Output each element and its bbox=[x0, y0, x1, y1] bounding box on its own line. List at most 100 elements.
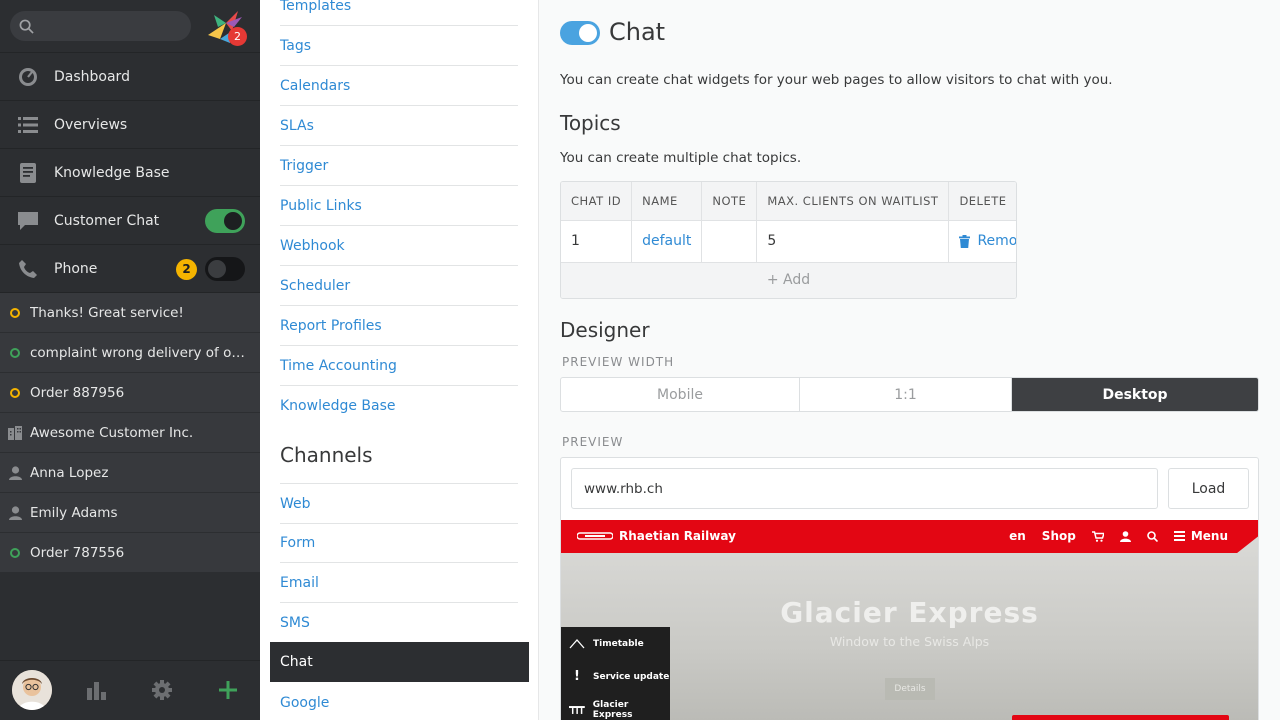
add-topic-button[interactable]: + Add bbox=[561, 262, 1016, 298]
alert-icon: ! bbox=[574, 669, 580, 684]
settings-item-chat[interactable]: Chat bbox=[270, 642, 529, 682]
search-input[interactable] bbox=[10, 11, 191, 41]
settings-item-sms[interactable]: SMS bbox=[280, 603, 518, 643]
trash-icon bbox=[959, 234, 971, 248]
site-nav-language: en bbox=[1009, 529, 1026, 543]
task-item[interactable]: Order 887956 bbox=[0, 373, 260, 413]
search-icon bbox=[19, 19, 34, 34]
load-button[interactable]: Load bbox=[1168, 468, 1249, 509]
cart-icon bbox=[1091, 530, 1104, 542]
preview-url-input[interactable] bbox=[571, 468, 1158, 509]
task-item[interactable]: Thanks! Great service! bbox=[0, 293, 260, 333]
table-header-row: CHAT ID NAME NOTE MAX. CLIENTS ON WAITLI… bbox=[561, 182, 1016, 221]
settings-item-webhook[interactable]: Webhook bbox=[280, 226, 518, 266]
settings-item-form[interactable]: Form bbox=[280, 523, 518, 563]
site-headline: Glacier Express bbox=[780, 596, 1039, 629]
settings-item-google[interactable]: Google bbox=[280, 683, 518, 720]
settings-item-knowledge-base[interactable]: Knowledge Base bbox=[280, 386, 518, 426]
width-option-1-1[interactable]: 1:1 bbox=[800, 378, 1012, 411]
settings-item-trigger[interactable]: Trigger bbox=[280, 146, 518, 186]
settings-item-scheduler[interactable]: Scheduler bbox=[280, 266, 518, 306]
task-item[interactable]: Anna Lopez bbox=[0, 453, 260, 493]
settings-item-calendars[interactable]: Calendars bbox=[280, 66, 518, 106]
topics-description: You can create multiple chat topics. bbox=[560, 150, 802, 166]
task-label: Anna Lopez bbox=[30, 464, 109, 481]
task-item[interactable]: Order 787556 bbox=[0, 533, 260, 573]
site-nav: en Shop Menu bbox=[1009, 529, 1228, 543]
chat-enabled-toggle[interactable] bbox=[560, 21, 600, 45]
column-header: CHAT ID bbox=[561, 182, 633, 221]
nav-item-dashboard[interactable]: Dashboard bbox=[0, 53, 260, 101]
note-cell bbox=[701, 220, 758, 263]
task-label: Emily Adams bbox=[30, 504, 118, 521]
phone-icon bbox=[0, 259, 54, 279]
site-logo: Rhaetian Railway bbox=[577, 529, 736, 543]
nav-item-label: Phone bbox=[54, 260, 98, 277]
overviews-icon bbox=[0, 116, 54, 134]
notification-badge[interactable]: 2 bbox=[228, 27, 247, 46]
settings-item-report-profiles[interactable]: Report Profiles bbox=[280, 306, 518, 346]
settings-sidebar: Templates Tags Calendars SLAs Trigger Pu… bbox=[260, 0, 539, 720]
topics-heading: Topics bbox=[560, 111, 621, 135]
nav-item-customer-chat[interactable]: Customer Chat bbox=[0, 197, 260, 245]
width-option-desktop[interactable]: Desktop bbox=[1012, 378, 1258, 411]
phone-toggle[interactable] bbox=[205, 257, 245, 281]
avatar[interactable] bbox=[12, 670, 52, 710]
site-side-label: Timetable bbox=[593, 638, 644, 649]
name-cell: default bbox=[631, 220, 703, 263]
add-label: Add bbox=[783, 271, 811, 288]
toggle-knob bbox=[579, 24, 597, 42]
site-side-label: Glacier Express bbox=[592, 699, 633, 720]
page-title: Chat bbox=[609, 18, 666, 46]
settings-item-time-accounting[interactable]: Time Accounting bbox=[280, 346, 518, 386]
site-header-bar: Rhaetian Railway en Shop Menu bbox=[561, 520, 1258, 553]
remove-label: Remove bbox=[977, 233, 1017, 249]
nav-item-phone[interactable]: Phone 2 bbox=[0, 245, 260, 293]
table-row: 1 default 5 Remove bbox=[561, 220, 1017, 263]
site-nav-shop: Shop bbox=[1041, 529, 1076, 543]
topics-table: CHAT ID NAME NOTE MAX. CLIENTS ON WAITLI… bbox=[560, 181, 1017, 299]
remove-button[interactable]: Remove bbox=[959, 233, 1017, 249]
task-item[interactable]: Awesome Customer Inc. bbox=[0, 413, 260, 453]
site-side-label: Service update bbox=[593, 671, 670, 682]
designer-heading: Designer bbox=[560, 318, 650, 342]
task-label: Order 887956 bbox=[30, 384, 125, 401]
nav-item-label: Customer Chat bbox=[54, 212, 160, 229]
ticket-open-icon bbox=[10, 307, 20, 318]
column-header: DELETE bbox=[948, 182, 1016, 221]
task-item[interactable]: complaint wrong delivery of order 22 bbox=[0, 333, 260, 373]
chat-id-cell: 1 bbox=[561, 220, 633, 263]
width-option-mobile[interactable]: Mobile bbox=[561, 378, 800, 411]
nav-item-overviews[interactable]: Overviews bbox=[0, 101, 260, 149]
settings-item-web[interactable]: Web bbox=[280, 483, 518, 524]
ticket-new-icon bbox=[10, 547, 20, 558]
task-item[interactable]: Emily Adams bbox=[0, 493, 260, 533]
plus-icon[interactable] bbox=[218, 680, 238, 700]
page-description: You can create chat widgets for your web… bbox=[560, 72, 1113, 88]
user-icon bbox=[8, 465, 22, 480]
nav-item-knowledge-base[interactable]: Knowledge Base bbox=[0, 149, 260, 197]
toggle-knob bbox=[224, 212, 242, 230]
site-nav-menu: Menu bbox=[1173, 529, 1228, 543]
nav-item-label: Overviews bbox=[54, 116, 128, 133]
settings-item-templates[interactable]: Templates bbox=[280, 0, 518, 26]
topic-name-link[interactable]: default bbox=[642, 233, 691, 249]
ticket-open-icon bbox=[10, 387, 20, 398]
ticket-new-icon bbox=[10, 347, 20, 358]
dashboard-icon bbox=[0, 67, 54, 87]
search-icon bbox=[1147, 530, 1158, 542]
settings-item-tags[interactable]: Tags bbox=[280, 26, 518, 66]
gear-icon[interactable] bbox=[152, 680, 172, 700]
main-navigation: 2 Dashboard Overviews Knowledge Base Cus… bbox=[0, 0, 260, 720]
delete-cell: Remove bbox=[948, 220, 1017, 263]
settings-item-public-links[interactable]: Public Links bbox=[280, 186, 518, 226]
timetable-icon bbox=[569, 638, 585, 648]
reports-icon[interactable] bbox=[87, 680, 107, 700]
column-header: NAME bbox=[631, 182, 703, 221]
column-header: NOTE bbox=[701, 182, 758, 221]
settings-item-email[interactable]: Email bbox=[280, 563, 518, 603]
customer-chat-toggle[interactable] bbox=[205, 209, 245, 233]
chat-widget-preview bbox=[1012, 715, 1229, 720]
preview-panel: Load Rhaetian Railway en Shop Menu bbox=[560, 457, 1259, 720]
settings-item-slas[interactable]: SLAs bbox=[280, 106, 518, 146]
